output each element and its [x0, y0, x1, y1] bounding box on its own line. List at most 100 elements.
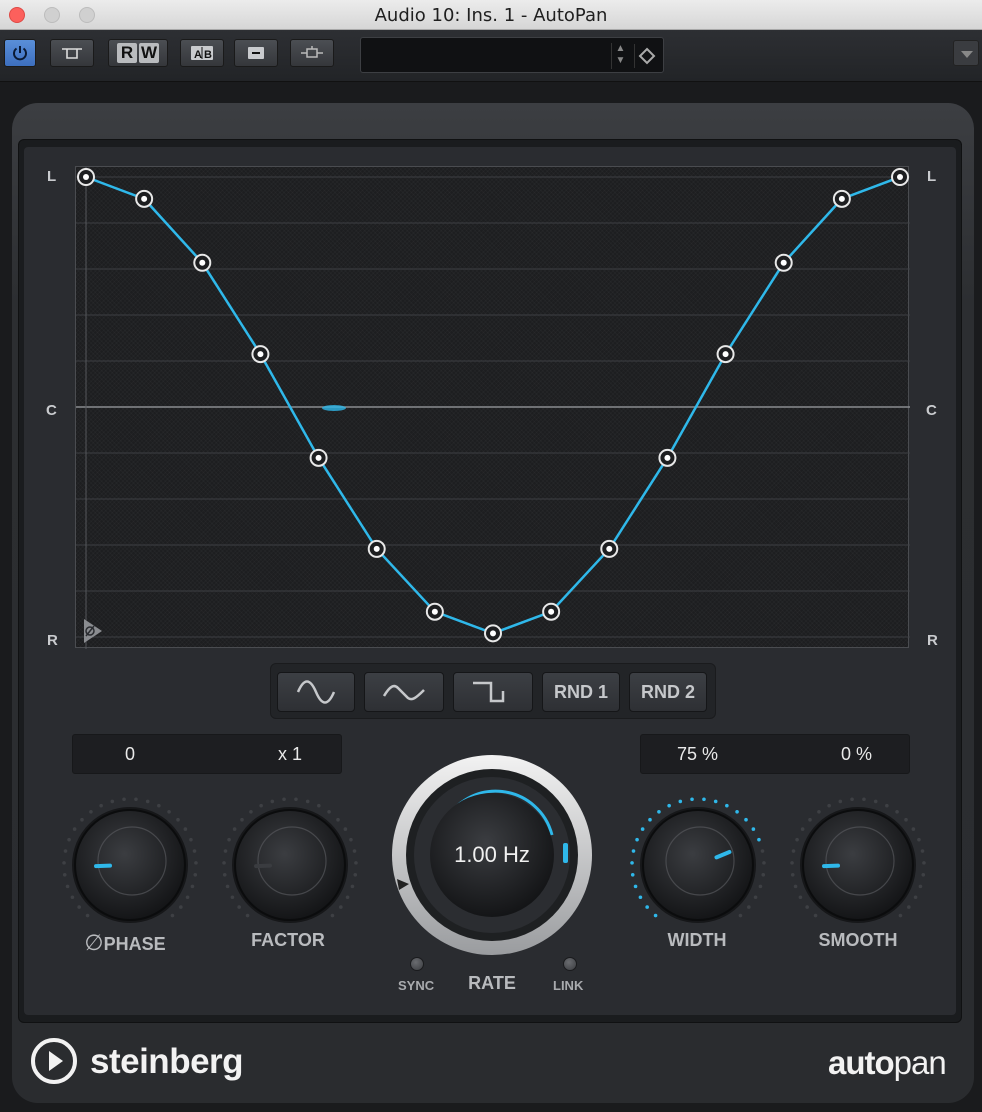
square-wave-icon: [473, 681, 505, 703]
knob-scale-dot: [638, 895, 643, 900]
pan-curve-editor[interactable]: [75, 166, 910, 649]
factor-value[interactable]: x 1: [278, 744, 302, 765]
axis-left-top-label: L: [47, 168, 57, 185]
link-led-button[interactable]: [563, 957, 577, 971]
smooth-value[interactable]: 0 %: [841, 744, 872, 765]
knob-scale-dot: [813, 913, 818, 918]
knob-scale-dot: [193, 872, 198, 877]
knob-scale-dot: [645, 905, 649, 909]
preset-stepper[interactable]: ▲ ▼: [611, 43, 629, 69]
knob-scale-dot: [249, 810, 253, 814]
ab-compare-button[interactable]: A B: [180, 39, 224, 67]
curve-node[interactable]: [542, 602, 561, 621]
knob-scale-dot: [63, 849, 68, 853]
triangle-wave-button[interactable]: [364, 672, 444, 712]
knob-scale-dot: [907, 905, 911, 909]
knob-scale-dot: [862, 797, 866, 802]
knob-scale-dot: [838, 799, 843, 804]
knob-scale-dot: [920, 849, 925, 853]
knob-scale-dot: [167, 810, 171, 814]
preset-menu-button[interactable]: [634, 44, 658, 68]
curve-node[interactable]: [484, 624, 502, 643]
curve-node[interactable]: [891, 168, 909, 186]
triangle-wave-icon: [382, 684, 425, 701]
sync-led-button[interactable]: [410, 957, 424, 971]
knob-scale-dot: [827, 803, 831, 808]
arrow-down-icon[interactable]: ▼: [612, 55, 629, 67]
power-button[interactable]: [4, 39, 36, 67]
curve-node[interactable]: [425, 602, 444, 621]
knob-scale-dot: [917, 837, 921, 842]
knob-scale-dot: [921, 872, 926, 877]
curve-node[interactable]: [832, 189, 851, 208]
playhead-marker: [322, 405, 346, 411]
knob-scale-dot: [640, 827, 645, 831]
phase-invert-icon[interactable]: ∅: [84, 930, 103, 955]
curve-node[interactable]: [716, 345, 735, 364]
knob-scale-dot: [225, 884, 230, 889]
collapse-toolbar-button[interactable]: [953, 40, 979, 66]
curve-node[interactable]: [658, 448, 677, 467]
knob-scale-dot: [67, 837, 71, 842]
knob-scale-dot: [122, 797, 126, 802]
curve-node[interactable]: [774, 253, 793, 272]
bypass-button[interactable]: [50, 39, 94, 67]
phase-reset-icon[interactable]: [84, 619, 102, 643]
knob-scale-dot: [648, 817, 652, 822]
knob-scale-dot: [354, 861, 358, 865]
knob-scale-dot: [190, 884, 195, 889]
square-wave-button[interactable]: [453, 672, 533, 712]
knob-scale-dot: [631, 849, 636, 853]
knob-scale-dot: [805, 905, 809, 909]
brand-logo-text: steinberg: [90, 1042, 244, 1081]
curve-node[interactable]: [193, 253, 212, 272]
read-write-buttons[interactable]: R W: [108, 39, 168, 67]
knob-scale-dot: [227, 837, 231, 842]
knob-scale-dot: [345, 895, 350, 900]
knob-scale-dot: [294, 797, 298, 802]
knob-scale-dot: [873, 799, 878, 804]
knob-scale-dot: [185, 895, 190, 900]
knob-scale-dot: [72, 827, 77, 831]
knob-scale-dot: [795, 837, 799, 842]
write-automation-button[interactable]: W: [139, 43, 159, 63]
window-title: Audio 10: Ins. 1 - AutoPan: [374, 5, 608, 26]
axis-left-bottom-label: R: [47, 632, 58, 649]
random-2-button[interactable]: RND 2: [629, 672, 707, 712]
phase-value[interactable]: 0: [125, 744, 135, 765]
product-name: autopan: [828, 1044, 947, 1081]
pan-curve-svg[interactable]: [76, 167, 910, 649]
phase-factor-display: 0 x 1: [72, 734, 342, 774]
ab-compare-icon: A B: [191, 46, 213, 61]
knob-scale-dot: [713, 799, 718, 804]
knob-scale-dot: [70, 895, 75, 900]
sine-wave-button[interactable]: [277, 672, 355, 712]
preset-selector[interactable]: ▲ ▼: [360, 37, 664, 73]
knob-scale-dot: [653, 913, 658, 918]
knob-scale-dot: [222, 861, 226, 865]
curve-node[interactable]: [251, 345, 270, 364]
width-value[interactable]: 75 %: [677, 744, 718, 765]
sidechain-icon: [301, 46, 323, 58]
read-automation-button[interactable]: R: [117, 43, 137, 63]
copy-settings-button[interactable]: [234, 39, 278, 67]
knob-scale-dot: [350, 884, 355, 889]
knob-scale-dot: [790, 861, 794, 865]
curve-node[interactable]: [600, 539, 619, 558]
curve-node[interactable]: [309, 448, 328, 467]
knob-scale-dot: [245, 913, 250, 918]
curve-node[interactable]: [367, 539, 386, 558]
random-1-button[interactable]: RND 1: [542, 672, 620, 712]
curve-node[interactable]: [77, 168, 95, 186]
knob-scale-dot: [65, 884, 70, 889]
arrow-up-icon[interactable]: ▲: [612, 43, 629, 55]
knob-scale-dot: [885, 803, 889, 808]
sine-wave-icon: [296, 680, 336, 704]
sidechain-button[interactable]: [290, 39, 334, 67]
knob-scale-dot: [702, 797, 706, 802]
knob-scale-dot: [179, 905, 183, 909]
curve-node[interactable]: [135, 189, 154, 208]
knob-scale-dot: [918, 884, 923, 889]
knob-scale-dot: [657, 810, 661, 814]
knob-scale-dot: [317, 803, 321, 808]
